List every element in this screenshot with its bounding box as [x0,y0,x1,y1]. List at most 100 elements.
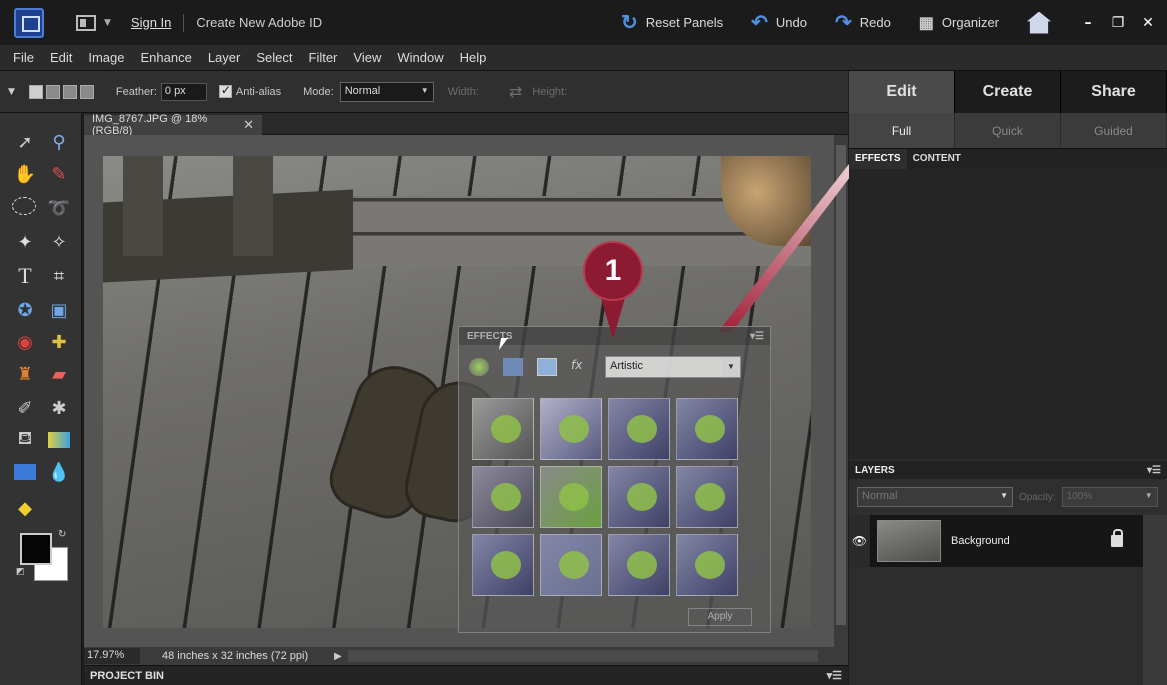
gradient-tool-icon[interactable] [46,427,72,453]
eraser-tool-icon[interactable]: ▰ [46,361,72,387]
project-bin-bar[interactable]: PROJECT BIN ▾☰ [84,665,848,685]
filters-icon[interactable] [469,358,489,376]
undo-button[interactable]: ↶ Undo [751,10,807,35]
effect-thumbnail[interactable] [608,534,670,596]
redo-button[interactable]: ↷ Redo [835,10,891,35]
red-eye-tool-icon[interactable]: ◉ [12,329,38,355]
menu-filter[interactable]: Filter [309,50,338,65]
effect-thumbnail[interactable] [540,398,602,460]
cookie-cutter-tool-icon[interactable]: ✪ [12,297,38,323]
layers-scrollbar[interactable] [1143,515,1167,685]
menu-layer[interactable]: Layer [208,50,241,65]
scroll-thumb[interactable] [836,145,846,625]
tab-create[interactable]: Create [955,71,1061,113]
effect-thumbnail[interactable] [472,466,534,528]
fx-icon[interactable]: fx [571,358,591,376]
effect-thumbnail[interactable] [676,398,738,460]
effects-floating-panel[interactable]: EFFECTS ▾☰ fx Artistic Apply [458,326,771,633]
horizontal-scrollbar[interactable] [347,650,818,662]
app-icon[interactable] [14,7,44,38]
healing-brush-tool-icon[interactable]: ✚ [46,329,72,355]
vertical-scrollbar[interactable] [834,135,848,647]
type-tool-icon[interactable]: T [12,263,38,289]
layer-row[interactable]: 👁 Background [849,515,1143,567]
effect-thumbnail[interactable] [608,466,670,528]
subtract-selection-icon[interactable] [62,84,77,99]
effect-thumbnail[interactable] [472,534,534,596]
tab-guided[interactable]: Guided [1061,113,1167,148]
reset-panels-button[interactable]: ↻ Reset Panels [621,10,723,35]
elliptical-marquee-tool-icon[interactable] [12,197,36,215]
close-button[interactable]: ✕ [1133,15,1163,31]
lasso-tool-icon[interactable]: ➰ [46,195,72,221]
status-menu-icon[interactable]: ▶ [334,651,342,662]
move-tool-icon[interactable]: ➚ [12,129,38,155]
layout-dropdown-icon[interactable]: ▼ [104,18,111,28]
layout-icon[interactable] [76,14,96,31]
effect-thumbnail[interactable] [540,534,602,596]
effect-thumbnail[interactable] [608,398,670,460]
menu-edit[interactable]: Edit [50,50,72,65]
apply-button[interactable]: Apply [688,608,752,626]
crop-tool-icon[interactable]: ⌗ [46,263,72,289]
sponge-tool-icon[interactable]: ◆ [12,495,38,521]
default-colors-icon[interactable]: ◩ [16,567,25,577]
panel-menu-icon[interactable]: ▾☰ [1147,465,1161,476]
foreground-color-swatch[interactable] [20,533,52,565]
tab-edit[interactable]: Edit [849,71,955,113]
tab-full[interactable]: Full [849,113,955,148]
new-selection-icon[interactable] [28,84,43,99]
effects-category-select[interactable]: Artistic [605,356,741,378]
minimize-button[interactable]: – [1073,15,1103,31]
sign-in-link[interactable]: Sign In [131,15,171,30]
tab-share[interactable]: Share [1061,71,1167,113]
restore-button[interactable]: ❐ [1103,15,1133,31]
anti-alias-checkbox[interactable] [218,83,232,98]
effect-thumbnail[interactable] [472,398,534,460]
blur-tool-icon[interactable]: 💧 [46,459,72,485]
clone-stamp-tool-icon[interactable]: ♜ [12,361,38,387]
effect-thumbnail[interactable] [540,466,602,528]
layer-styles-icon[interactable] [503,358,523,376]
intersect-selection-icon[interactable] [79,84,94,99]
effect-thumbnail[interactable] [676,534,738,596]
add-selection-icon[interactable] [45,84,60,99]
smart-brush-tool-icon[interactable]: ✱ [46,395,72,421]
quick-selection-tool-icon[interactable]: ✧ [46,229,72,255]
panel-menu-icon[interactable]: ▾☰ [827,669,842,682]
eyedropper-tool-icon[interactable]: ✎ [46,161,72,187]
recompose-tool-icon[interactable]: ▣ [46,297,72,323]
panel-menu-icon[interactable]: ▾☰ [750,331,764,342]
organizer-button[interactable]: ▦ Organizer [919,13,999,33]
menu-window[interactable]: Window [397,50,443,65]
swap-colors-icon[interactable]: ↻ [58,529,66,540]
feather-input[interactable]: 0 px [160,82,207,101]
shape-tool-icon[interactable] [12,459,38,485]
hand-tool-icon[interactable]: ✋ [12,161,38,187]
photo-effects-icon[interactable] [537,358,557,376]
document-tab[interactable]: IMG_8767.JPG @ 18% (RGB/8) ✕ [84,113,262,137]
paint-bucket-tool-icon[interactable]: ⛾ [12,427,38,453]
blend-mode-select[interactable]: Normal [857,487,1013,507]
tab-content[interactable]: CONTENT [907,149,967,169]
opacity-field[interactable]: 100% [1061,487,1158,507]
zoom-tool-icon[interactable]: ⚲ [46,129,72,155]
menu-select[interactable]: Select [256,50,292,65]
create-adobe-id-link[interactable]: Create New Adobe ID [196,15,322,30]
mode-select[interactable]: Normal [339,81,434,102]
brush-tool-icon[interactable]: ✐ [12,395,38,421]
magic-wand-tool-icon[interactable]: ✦ [12,229,38,255]
close-icon[interactable]: ✕ [243,117,254,133]
menu-enhance[interactable]: Enhance [141,50,192,65]
effect-thumbnail[interactable] [676,466,738,528]
tool-preset-dropdown-icon[interactable]: ▼ [8,87,15,97]
menu-help[interactable]: Help [460,50,487,65]
menu-file[interactable]: File [13,50,34,65]
home-icon[interactable] [1027,11,1051,34]
tab-effects[interactable]: EFFECTS [849,149,907,169]
tab-quick[interactable]: Quick [955,113,1061,148]
menu-view[interactable]: View [353,50,381,65]
zoom-field[interactable]: 17.97% [84,648,140,664]
visibility-eye-icon[interactable]: 👁 [849,515,871,567]
menu-image[interactable]: Image [88,50,124,65]
